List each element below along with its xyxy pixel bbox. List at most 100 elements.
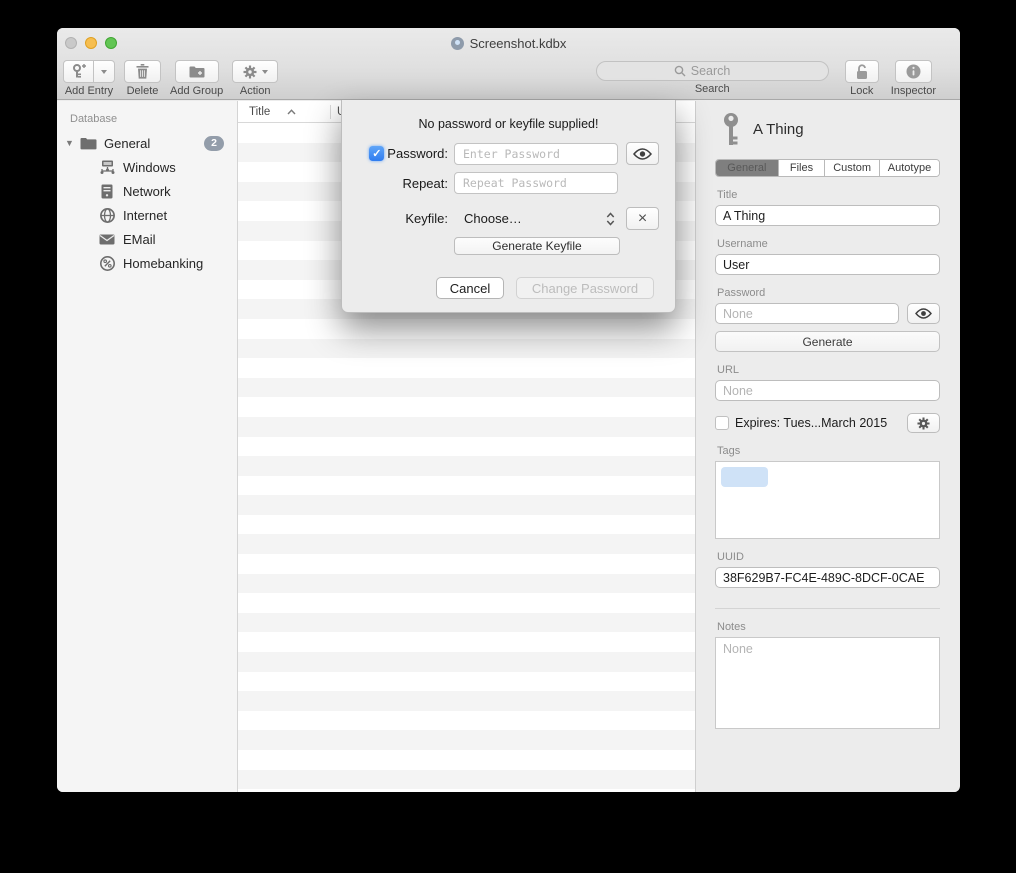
search-group: Search: [596, 60, 829, 95]
expires-checkbox[interactable]: [715, 416, 729, 430]
expires-settings-button[interactable]: [907, 413, 940, 433]
globe-icon: [98, 208, 116, 223]
entry-row[interactable]: [238, 613, 695, 633]
change-password-dialog: No password or keyfile supplied! ✓ Passw…: [341, 100, 676, 313]
repeat-password-input[interactable]: [454, 172, 618, 194]
folder-plus-icon: [189, 65, 205, 78]
dialog-message: No password or keyfile supplied!: [342, 117, 675, 131]
entry-row[interactable]: [238, 397, 695, 417]
delete-button[interactable]: [124, 60, 161, 83]
app-window: Screenshot.kdbx Add Entry: [57, 28, 960, 792]
entry-row[interactable]: [238, 378, 695, 398]
check-icon: ✓: [372, 147, 381, 160]
clear-keyfile-button[interactable]: ×: [626, 207, 659, 230]
entry-row[interactable]: [238, 437, 695, 457]
notes-field[interactable]: [715, 637, 940, 729]
sidebar-section-header: Database: [57, 109, 237, 131]
entry-row[interactable]: [238, 358, 695, 378]
username-field-label: Username: [717, 238, 940, 250]
entry-row[interactable]: [238, 339, 695, 359]
add-group-group: Add Group: [170, 60, 223, 97]
password-field[interactable]: [715, 303, 899, 324]
reveal-password-button[interactable]: [907, 303, 940, 324]
column-header-title[interactable]: Title: [238, 106, 330, 118]
action-group: Action: [232, 60, 278, 97]
tab-general[interactable]: General: [716, 160, 779, 176]
url-field[interactable]: [715, 380, 940, 401]
generate-keyfile-button[interactable]: Generate Keyfile: [454, 237, 620, 255]
entry-row[interactable]: [238, 534, 695, 554]
entry-row[interactable]: [238, 632, 695, 652]
open-padlock-icon: [855, 64, 869, 80]
sidebar-item-email[interactable]: EMail: [57, 227, 237, 251]
entry-row[interactable]: [238, 515, 695, 535]
entry-row[interactable]: [238, 554, 695, 574]
entry-row[interactable]: [238, 730, 695, 750]
username-field[interactable]: [715, 254, 940, 275]
disclosure-triangle-icon[interactable]: ▼: [65, 138, 75, 148]
tab-custom[interactable]: Custom: [825, 160, 880, 176]
uuid-field[interactable]: [715, 567, 940, 588]
entry-row[interactable]: [238, 456, 695, 476]
lock-button[interactable]: [845, 60, 879, 83]
inspector-tabs: General Files Custom Autotype: [715, 159, 940, 177]
cancel-button[interactable]: Cancel: [436, 277, 504, 299]
url-field-label: URL: [717, 364, 940, 376]
sidebar-item-homebanking[interactable]: Homebanking: [57, 251, 237, 275]
entry-row[interactable]: [238, 672, 695, 692]
inspector-toggle-group: Inspector: [891, 60, 936, 97]
titlebar[interactable]: Screenshot.kdbx: [57, 28, 960, 58]
entry-row[interactable]: [238, 495, 695, 515]
sidebar-item-label: Homebanking: [123, 256, 203, 271]
entry-row[interactable]: [238, 652, 695, 672]
entry-count-badge: 2: [204, 136, 224, 151]
entry-row[interactable]: [238, 691, 695, 711]
tag-chip[interactable]: [721, 467, 768, 487]
add-group-button[interactable]: [175, 60, 219, 83]
gear-icon: [917, 417, 930, 430]
entry-row[interactable]: [238, 574, 695, 594]
section-divider: [715, 608, 940, 609]
entry-row[interactable]: [238, 750, 695, 770]
entry-row[interactable]: [238, 476, 695, 496]
title-field[interactable]: [715, 205, 940, 226]
entry-row[interactable]: [238, 319, 695, 339]
add-entry-menu-button[interactable]: [94, 60, 115, 83]
search-icon: [674, 65, 686, 77]
generate-password-button[interactable]: Generate: [715, 331, 940, 352]
trash-icon: [136, 64, 149, 79]
enter-password-input[interactable]: [454, 143, 618, 165]
key-plus-icon: [72, 64, 86, 79]
gear-icon: [243, 65, 257, 79]
sidebar-item-network[interactable]: Network: [57, 179, 237, 203]
folder-icon: [79, 137, 97, 150]
sidebar-item-label: Windows: [123, 160, 176, 175]
entry-row[interactable]: [238, 417, 695, 437]
key-icon: [721, 112, 741, 147]
search-input[interactable]: [691, 64, 751, 78]
add-entry-button[interactable]: [63, 60, 94, 83]
search-field[interactable]: [596, 61, 829, 81]
sidebar-item-label: Internet: [123, 208, 167, 223]
entry-row[interactable]: [238, 711, 695, 731]
show-password-button[interactable]: [626, 142, 659, 165]
tags-box[interactable]: [715, 461, 940, 539]
inspector-button[interactable]: [895, 60, 932, 83]
envelope-icon: [98, 234, 116, 245]
keyfile-popup[interactable]: Choose…: [454, 211, 618, 226]
entry-row[interactable]: [238, 593, 695, 613]
action-label: Action: [240, 85, 271, 97]
action-button[interactable]: [232, 60, 278, 83]
sidebar-item-general[interactable]: ▼ General 2: [57, 131, 237, 155]
tab-files[interactable]: Files: [779, 160, 826, 176]
repeat-label: Repeat:: [402, 176, 448, 191]
sidebar-item-internet[interactable]: Internet: [57, 203, 237, 227]
windows-network-icon: [98, 160, 116, 174]
tab-autotype[interactable]: Autotype: [880, 160, 939, 176]
sidebar-item-windows[interactable]: Windows: [57, 155, 237, 179]
change-password-button[interactable]: Change Password: [516, 277, 654, 299]
entry-row[interactable]: [238, 770, 695, 790]
keyfile-label: Keyfile:: [405, 211, 448, 226]
inspector-panel: A Thing General Files Custom Autotype Ti…: [695, 101, 959, 792]
password-checkbox[interactable]: ✓: [369, 146, 384, 161]
